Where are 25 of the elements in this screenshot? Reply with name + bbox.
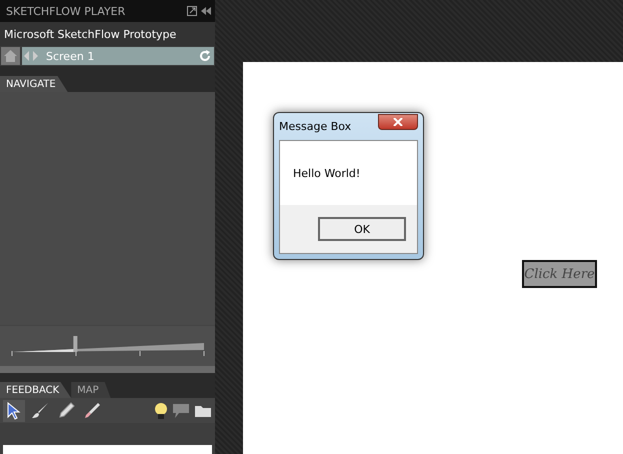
folder-icon[interactable] xyxy=(194,404,212,418)
project-title: Microsoft SketchFlow Prototype xyxy=(0,22,215,46)
eraser-icon xyxy=(83,402,101,420)
lightbulb-icon[interactable] xyxy=(154,402,168,420)
ok-button[interactable]: OK xyxy=(318,217,406,241)
feedback-field[interactable] xyxy=(3,445,212,454)
close-icon xyxy=(393,118,403,126)
panel-title: SKETCHFLOW PLAYER xyxy=(6,4,126,18)
panel-tab[interactable]: MAP xyxy=(71,382,111,398)
brush-icon xyxy=(31,402,49,420)
slider-thumb[interactable] xyxy=(73,336,78,352)
marker-icon xyxy=(57,402,75,420)
panel-tab[interactable]: FEEDBACK xyxy=(0,382,72,398)
tool-button[interactable] xyxy=(3,400,25,422)
screen-name: Screen 1 xyxy=(45,50,96,62)
splitter-handle[interactable] xyxy=(0,366,215,373)
refresh-icon[interactable] xyxy=(199,50,211,62)
close-button[interactable] xyxy=(378,114,418,130)
pointer-icon xyxy=(7,402,21,420)
popout-icon[interactable] xyxy=(187,6,197,16)
home-icon xyxy=(4,50,17,62)
dialog-title: Message Box xyxy=(279,120,352,133)
navigate-tab[interactable]: NAVIGATE xyxy=(0,76,68,92)
collapse-icon[interactable] xyxy=(201,7,211,15)
dialog-message: Hello World! xyxy=(292,166,362,182)
